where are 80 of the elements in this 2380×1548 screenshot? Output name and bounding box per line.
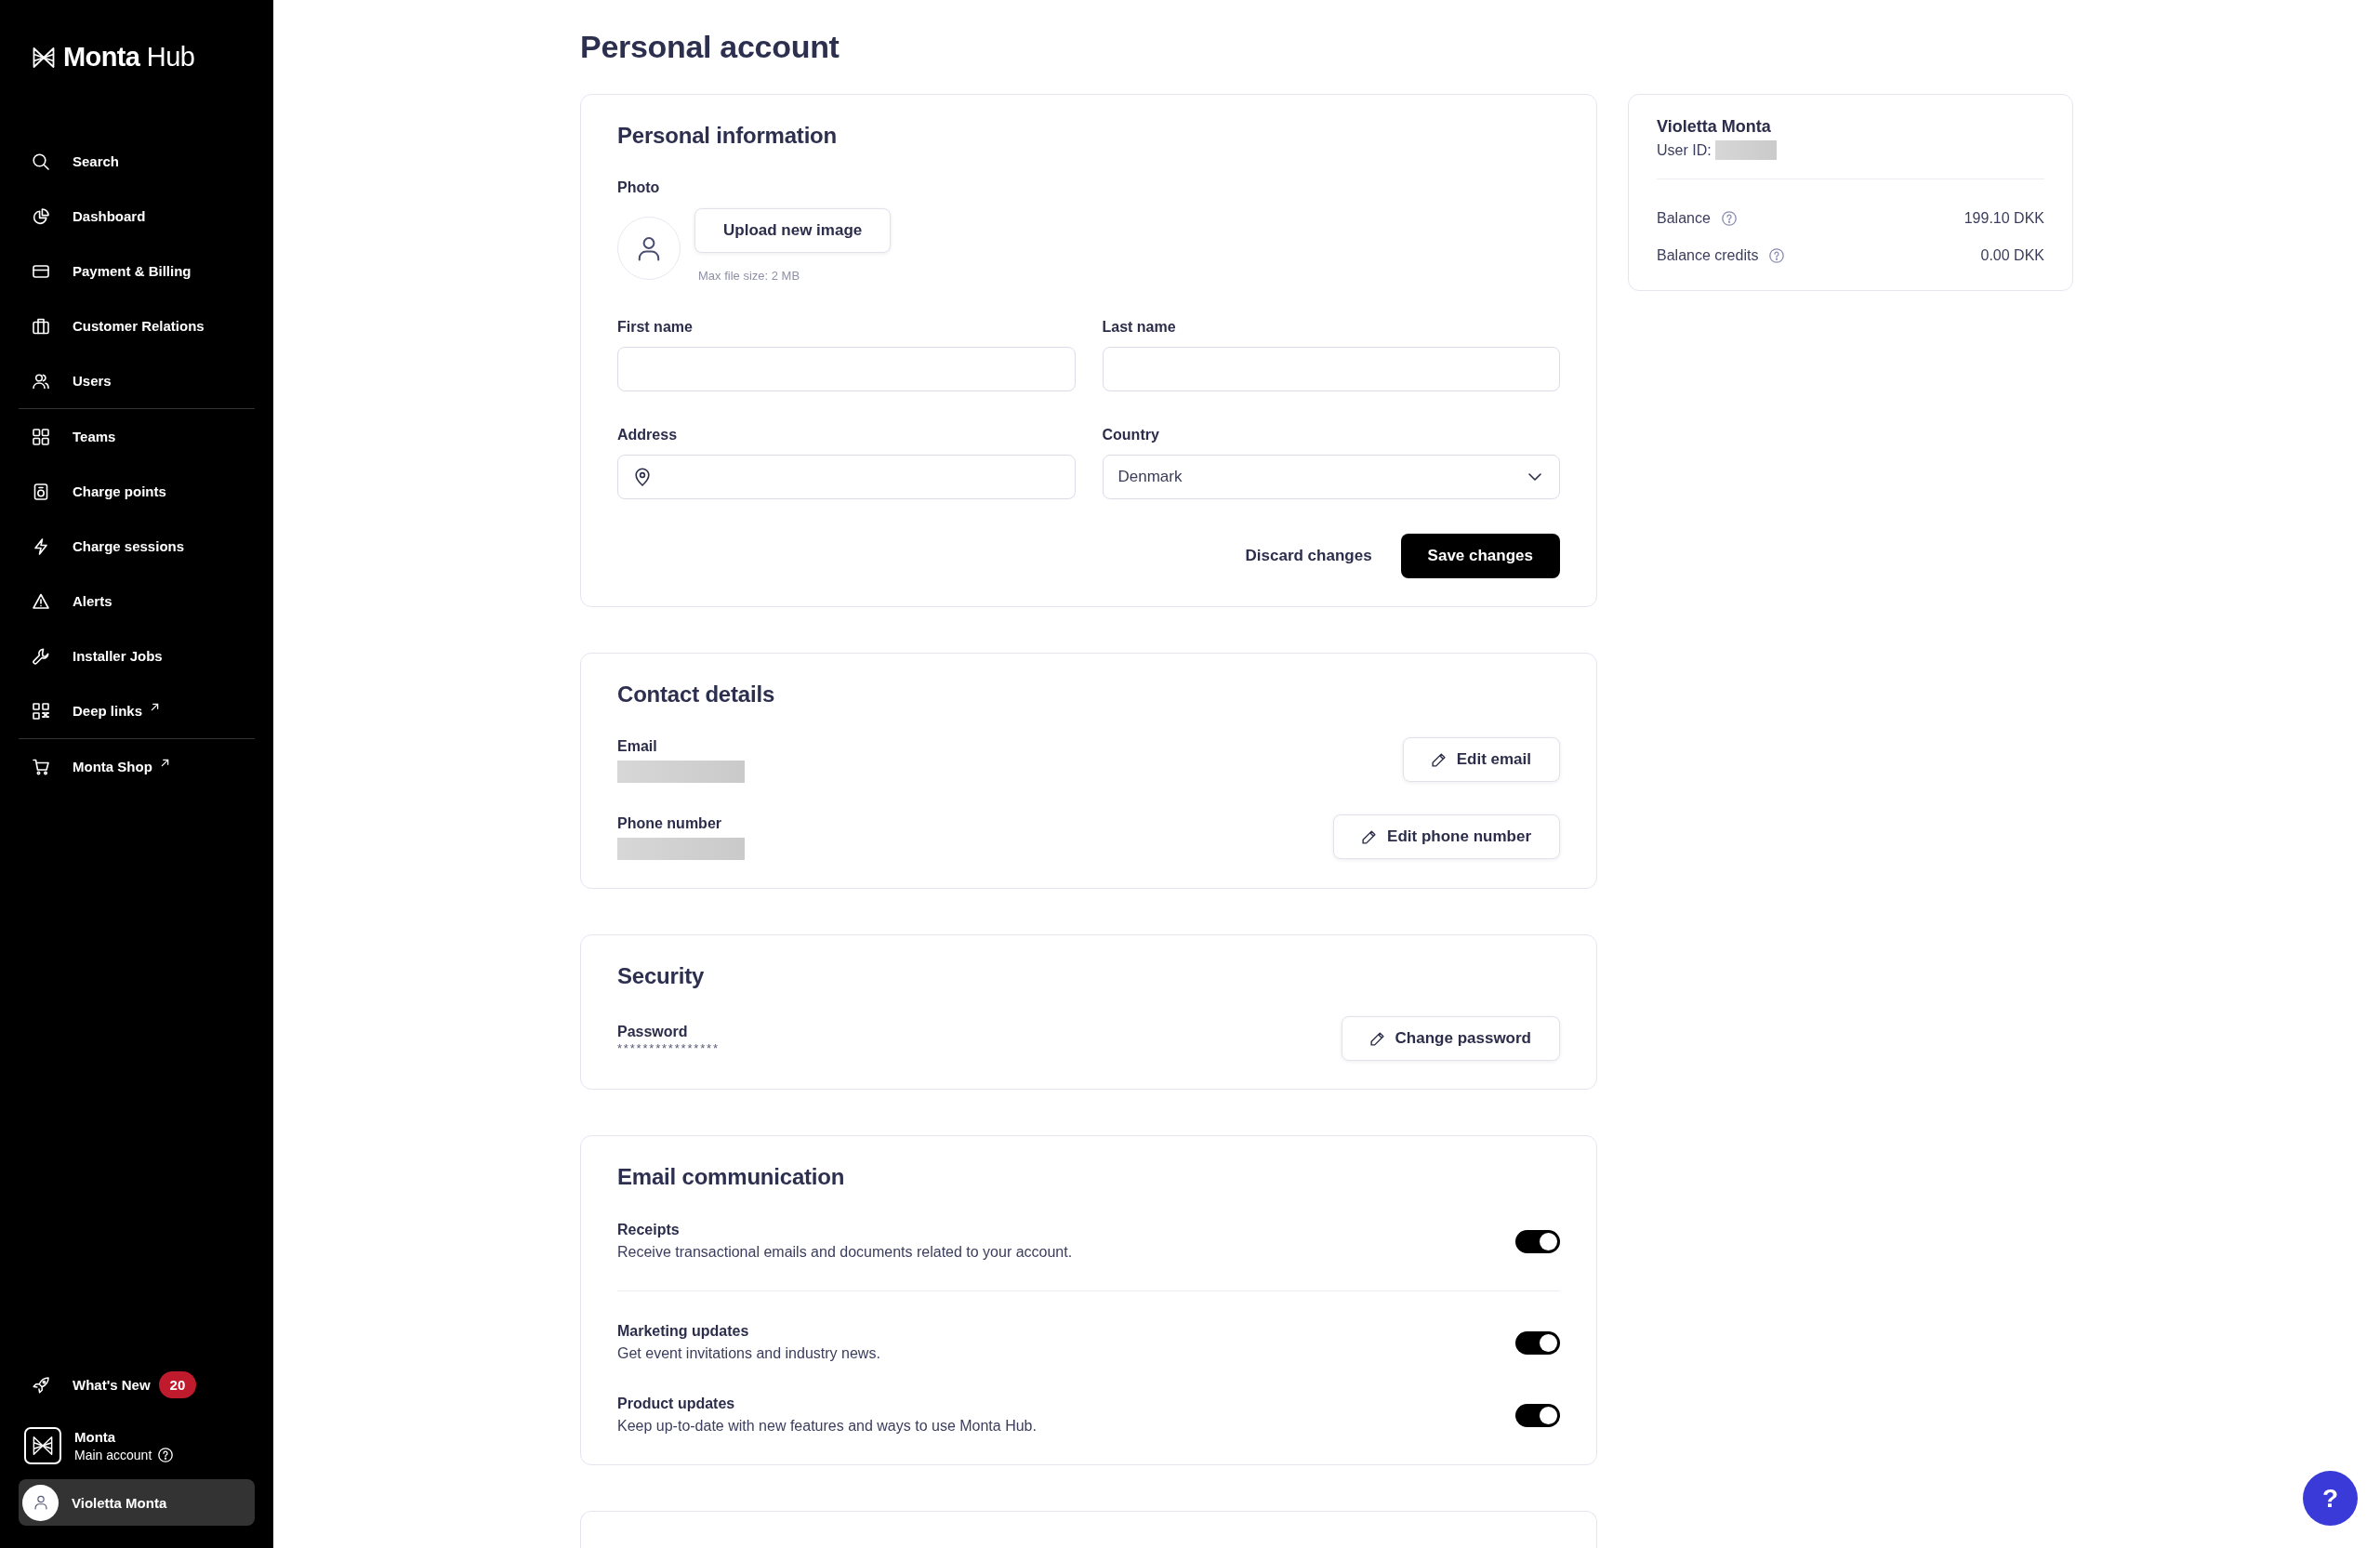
- nav-item[interactable]: Users: [19, 353, 255, 408]
- field-label: Country: [1102, 426, 1160, 444]
- pie-chart-icon: [33, 207, 49, 225]
- logo-icon: [33, 46, 55, 69]
- nav-item[interactable]: Payment & Billing: [19, 244, 255, 298]
- grid-icon: [33, 428, 49, 445]
- preference-title: Marketing updates: [617, 1322, 750, 1341]
- briefcase-icon: [33, 317, 49, 335]
- save-button[interactable]: Save changes: [1400, 534, 1560, 578]
- users-icon: [33, 372, 49, 390]
- count-badge: 20: [158, 1371, 197, 1398]
- qr-code-icon: [33, 702, 49, 720]
- credit-card-icon: [33, 262, 49, 280]
- input-field[interactable]: [1102, 347, 1560, 391]
- nav-item[interactable]: Installer Jobs: [19, 628, 255, 683]
- preference-title: Product updates: [617, 1395, 736, 1413]
- preference-description: Keep up-to-date with new features and ways to use Monta Hub.: [617, 1417, 1037, 1436]
- toggle-switch[interactable]: [1515, 1330, 1560, 1355]
- toggle-switch[interactable]: [1515, 1229, 1560, 1253]
- section-title: Personal information: [617, 122, 839, 149]
- edit-button[interactable]: Edit phone number: [1333, 814, 1560, 859]
- nav-item[interactable]: Deep links: [19, 683, 255, 738]
- account-type: Main account: [74, 1446, 152, 1463]
- user-id-label: User ID:: [1657, 140, 1712, 160]
- section-title: Contact details: [617, 681, 776, 708]
- nav-item[interactable]: Teams: [19, 409, 255, 464]
- nav-item[interactable]: Charge sessions: [19, 519, 255, 574]
- field-label: First name: [617, 318, 694, 337]
- pencil-icon: [1362, 829, 1377, 844]
- country-select[interactable]: Denmark: [1102, 455, 1560, 499]
- account-logo-icon: [24, 1427, 61, 1464]
- field-label: Last name: [1102, 318, 1177, 337]
- warning-icon: [33, 592, 49, 610]
- field-label: Phone number: [617, 814, 721, 833]
- cart-icon: [33, 758, 49, 775]
- nav-item[interactable]: Charge points: [19, 464, 255, 519]
- preference-description: Get event invitations and industry news.: [617, 1344, 880, 1363]
- location-pin-icon: [635, 468, 650, 486]
- address-field[interactable]: [617, 455, 1076, 499]
- logo-text: Monta Hub: [63, 44, 195, 71]
- field-label: Password: [617, 1022, 688, 1041]
- user-name: Violetta Monta: [1657, 116, 1772, 137]
- nav-item[interactable]: Monta Shop: [19, 739, 255, 794]
- nav-item[interactable]: Dashboard: [19, 189, 255, 244]
- balance-value: 199.10 DKK: [1964, 209, 2044, 228]
- field-label: Email: [617, 737, 657, 756]
- chevron-down-icon: [1528, 473, 1541, 481]
- upload-button[interactable]: Upload new image: [694, 208, 892, 253]
- pencil-icon: [1431, 752, 1446, 767]
- field-label: Address: [617, 426, 679, 444]
- page-title: Personal account: [580, 28, 840, 65]
- field-label: Photo: [617, 179, 661, 197]
- charger-icon: [33, 483, 49, 500]
- pencil-icon: [1369, 1031, 1384, 1046]
- preference-description: Receive transactional emails and documents related to your account.: [617, 1243, 1073, 1262]
- balance-value: 0.00 DKK: [1980, 246, 2044, 265]
- section-title: Email communication: [617, 1163, 846, 1190]
- nav-item[interactable]: Alerts: [19, 574, 255, 628]
- lightning-icon: [33, 537, 49, 555]
- search-icon: [33, 152, 49, 170]
- edit-button[interactable]: Edit email: [1402, 737, 1560, 782]
- avatar-icon: [22, 1484, 59, 1521]
- help-button[interactable]: ?: [2303, 1471, 2358, 1526]
- file-size-hint: Max file size: 2 MB: [698, 269, 800, 284]
- section-title: Security: [617, 962, 706, 989]
- account-name: Monta: [74, 1428, 117, 1446]
- preference-title: Receipts: [617, 1221, 681, 1239]
- discard-button[interactable]: Discard changes: [1243, 534, 1374, 578]
- password-value: ****************: [617, 1041, 720, 1055]
- balance-label: Balance credits: [1657, 246, 1759, 265]
- whats-new-item[interactable]: What's New 20: [19, 1357, 255, 1412]
- toggle-switch[interactable]: [1515, 1403, 1560, 1427]
- change-password-button[interactable]: Change password: [1341, 1016, 1560, 1061]
- nav-item[interactable]: Search: [19, 134, 255, 189]
- profile-button[interactable]: Violetta Monta: [19, 1479, 255, 1526]
- wrench-icon: [33, 647, 49, 665]
- nav-item[interactable]: Customer Relations: [19, 298, 255, 353]
- balance-label: Balance: [1657, 209, 1711, 228]
- input-field[interactable]: [617, 347, 1076, 391]
- rocket-icon: [33, 1376, 49, 1394]
